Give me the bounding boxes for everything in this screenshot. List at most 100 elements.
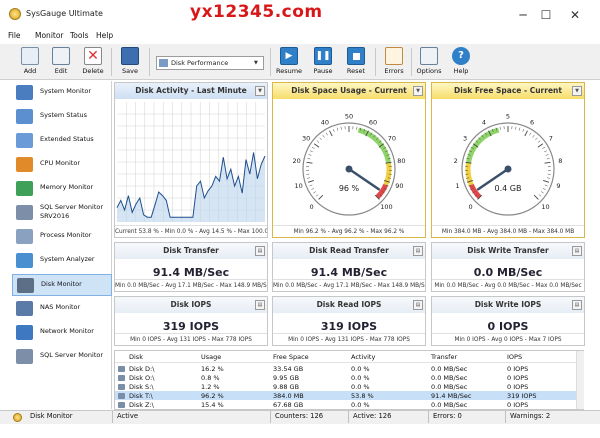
play-icon: ▶: [280, 47, 298, 65]
panel-title: Disk IOPS: [170, 300, 212, 309]
sidebar-item[interactable]: System Analyzer: [12, 250, 112, 272]
sidebar-item[interactable]: Extended Status: [12, 130, 112, 152]
sidebar-item-label: CPU Monitor: [40, 159, 80, 167]
dropdown-icon[interactable]: ▼: [413, 86, 423, 96]
column-header[interactable]: Disk: [129, 353, 143, 361]
gauge-hub: [504, 165, 512, 173]
sidebar-item-label: SQL Server Monitor: [40, 351, 104, 359]
disk-activity-panel: Disk Activity - Last Minute ▼ Current 53.…: [114, 82, 268, 238]
panel-footer: Min 0 IOPS - Avg 0 IOPS - Max 7 IOPS: [432, 333, 584, 345]
sidebar-item[interactable]: Disk Monitor: [12, 274, 112, 296]
maximize-button[interactable]: ☐: [533, 6, 559, 24]
extended-status-icon: [16, 133, 33, 148]
table-row[interactable]: Disk Z:\ 15.4 % 67.68 GB 0.0 % 0.0 MB/Sec 0 I…: [115, 401, 579, 409]
header-divider: [115, 362, 579, 363]
free-space-gauge: 0 1 2 3 4 5 6 7 8 9 10 0.4 GB: [454, 113, 562, 216]
reset-button[interactable]: Reset: [341, 46, 371, 78]
column-header[interactable]: Usage: [201, 353, 221, 361]
menu-monitor[interactable]: Monitor: [35, 31, 64, 40]
gauge-tick-label: 3: [463, 134, 467, 142]
sql-server-icon: [16, 349, 33, 364]
table-row[interactable]: Disk T:\ 96.2 % 384.0 MB 53.8 % 91.4 MB/Sec 3…: [115, 392, 579, 401]
chart-icon[interactable]: ▤: [572, 300, 582, 310]
table-cell: 96.2 %: [201, 392, 224, 400]
panel-title: Disk Space Usage - Current: [291, 86, 407, 95]
gauge-tick-label: 100: [380, 203, 392, 211]
chart-icon[interactable]: ▤: [255, 246, 265, 256]
sql-server-icon: [16, 205, 33, 220]
edit-icon: [52, 47, 70, 65]
sidebar-item[interactable]: CPU Monitor: [12, 154, 112, 176]
panel-footer: Min 0.0 MB/Sec - Avg 17.1 MB/Sec - Max 1…: [115, 279, 267, 291]
gauge-tick-label: 6: [530, 118, 534, 126]
options-button[interactable]: Options: [414, 46, 444, 78]
disk-write-iops-panel: Disk Write IOPS ▤ 0 IOPS Min 0 IOPS - Avg…: [431, 296, 585, 346]
sidebar-item-label: Disk Monitor: [41, 280, 82, 288]
metric-value: 0 IOPS: [487, 320, 529, 333]
panel-header: Disk Read IOPS ▤: [273, 297, 425, 313]
sidebar-item[interactable]: System Status: [12, 106, 112, 128]
panel-footer: Current 53.8 % - Min 0.0 % - Avg 14.5 % …: [115, 225, 267, 237]
help-button[interactable]: ? Help: [446, 46, 476, 78]
chart-icon[interactable]: ▤: [572, 246, 582, 256]
chart-icon[interactable]: ▤: [413, 246, 423, 256]
gauge-value: 0.4 GB: [495, 184, 522, 193]
sidebar-item[interactable]: Network Monitor: [12, 322, 112, 344]
disk-transfer-panel: Disk Transfer ▤ 91.4 MB/Sec Min 0.0 MB/Se…: [114, 242, 268, 292]
sidebar-item[interactable]: SQL Server Monitor: [12, 346, 112, 368]
table-scrollbar[interactable]: [576, 351, 584, 409]
activity-chart: [116, 102, 266, 222]
chart-icon[interactable]: ▤: [255, 300, 265, 310]
add-button[interactable]: Add: [15, 46, 45, 78]
column-header[interactable]: Free Space: [273, 353, 309, 361]
table-row[interactable]: Disk O:\ 0.8 % 9.95 GB 0.0 % 0.0 MB/Sec 0 IOP…: [115, 374, 579, 383]
save-icon: [121, 47, 139, 65]
panel-title: Disk Transfer: [163, 246, 219, 255]
sidebar-item-label: System Analyzer: [40, 255, 95, 263]
sidebar-item[interactable]: NAS Monitor: [12, 298, 112, 320]
menu-file[interactable]: File: [8, 31, 21, 40]
pause-icon: ❚❚: [314, 47, 332, 65]
table-cell: 15.4 %: [201, 401, 224, 409]
table-cell: 53.8 %: [351, 392, 374, 400]
table-cell: 0 IOPS: [507, 401, 529, 409]
gauge-tick-label: 0: [309, 203, 313, 211]
column-header[interactable]: IOPS: [507, 353, 522, 361]
gauge-tick-label: 10: [541, 203, 549, 211]
close-button[interactable]: ✕: [562, 6, 588, 24]
chart-icon[interactable]: ▤: [413, 300, 423, 310]
pause-button[interactable]: ❚❚ Pause: [308, 46, 338, 78]
metric-value: 91.4 MB/Sec: [152, 266, 230, 279]
gauge-tick-label: 40: [321, 118, 329, 126]
dropdown-icon[interactable]: ▼: [572, 86, 582, 96]
metric-value: 319 IOPS: [162, 320, 220, 333]
column-header[interactable]: Transfer: [431, 353, 457, 361]
gauge-tick-label: 60: [369, 118, 377, 126]
status-icon: [16, 109, 33, 124]
sidebar-item[interactable]: Memory Monitor: [12, 178, 112, 200]
toolbar-separator: [111, 48, 112, 76]
sidebar-item[interactable]: SQL Server Monitor SRV2016: [12, 202, 112, 224]
resume-button[interactable]: ▶ Resume: [274, 46, 304, 78]
help-icon: ?: [452, 47, 470, 65]
gauge-tick-label: 2: [454, 157, 458, 165]
usage-gauge: 0 10 20 30 40 50 60 70 80 90 100 96 %: [293, 113, 405, 216]
delete-button[interactable]: ✕ Delete: [78, 46, 108, 78]
save-button[interactable]: Save: [115, 46, 145, 78]
column-header[interactable]: Activity: [351, 353, 375, 361]
table-row[interactable]: Disk D:\ 16.2 % 33.54 GB 0.0 % 0.0 MB/Sec 0 I…: [115, 365, 579, 374]
panel-footer: Min 0.0 MB/Sec - Avg 0.0 MB/Sec - Max 0.…: [432, 279, 584, 291]
menu-tools[interactable]: Tools: [70, 31, 88, 40]
sidebar-item[interactable]: Process Monitor: [12, 226, 112, 248]
profile-select[interactable]: Disk Performance: [156, 56, 264, 70]
menu-help[interactable]: Help: [96, 31, 113, 40]
disk-iops-panel: Disk IOPS ▤ 319 IOPS Min 0 IOPS - Avg 131…: [114, 296, 268, 346]
table-cell: 33.54 GB: [273, 365, 304, 373]
panel-header: Disk Write IOPS ▤: [432, 297, 584, 313]
sidebar-item[interactable]: System Monitor: [12, 82, 112, 104]
dropdown-icon[interactable]: ▼: [255, 86, 265, 96]
panel-header: Disk Activity - Last Minute ▼: [115, 83, 267, 99]
errors-button[interactable]: Errors: [379, 46, 409, 78]
edit-button[interactable]: Edit: [46, 46, 76, 78]
disk-free-space-panel: Disk Free Space - Current ▼ 0 1 2 3 4 5 6 7 8 9 10 0…: [431, 82, 585, 238]
